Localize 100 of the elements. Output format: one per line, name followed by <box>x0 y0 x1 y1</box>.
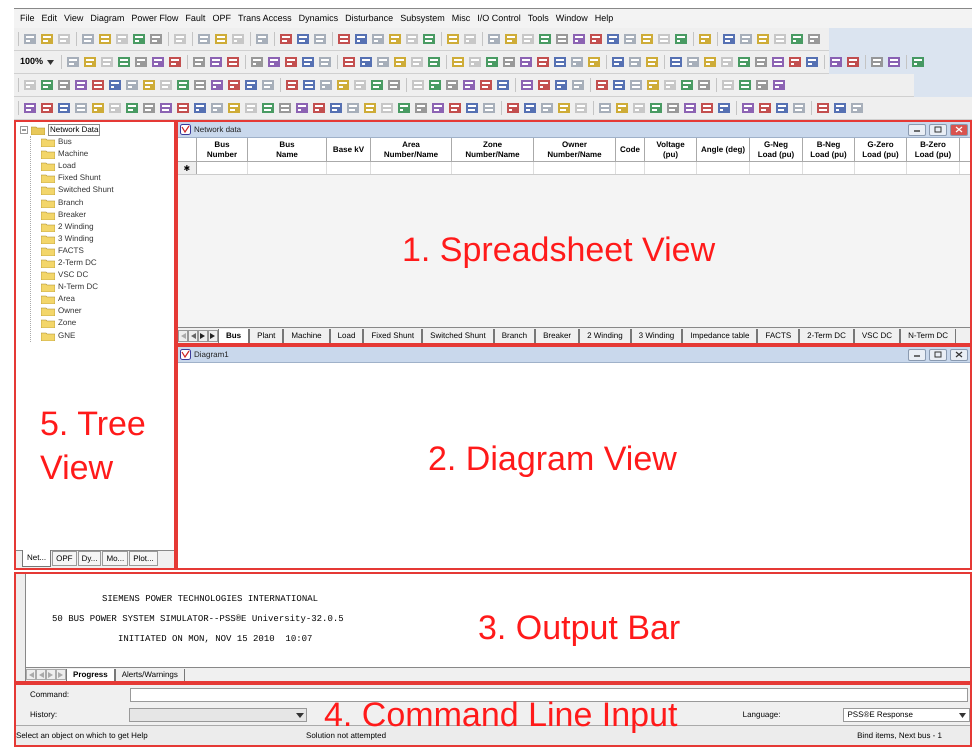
toolbar-icon[interactable] <box>683 101 697 115</box>
toolbar-icon[interactable] <box>66 55 80 69</box>
toolbar-icon[interactable] <box>739 32 753 46</box>
toolbar-icon[interactable] <box>649 101 663 115</box>
toolbar-icon[interactable] <box>337 32 351 46</box>
menu-item[interactable]: OPF <box>212 12 231 26</box>
toolbar-icon[interactable] <box>192 55 206 69</box>
tree-item[interactable]: Owner <box>58 305 82 318</box>
column-header[interactable]: Base kV <box>327 138 371 161</box>
tree-item[interactable]: N-Term DC <box>58 281 98 294</box>
toolbar-icon[interactable] <box>887 55 902 69</box>
toolbar-icon[interactable] <box>629 78 643 92</box>
toolbar-icon[interactable] <box>606 32 620 46</box>
toolbar-icon[interactable] <box>91 78 105 92</box>
toolbar-icon[interactable] <box>301 55 316 69</box>
toolbar-icon[interactable] <box>336 78 350 92</box>
panel-tab[interactable]: Plot... <box>129 551 158 566</box>
toolbar-icon[interactable] <box>255 32 269 46</box>
toolbar-icon[interactable] <box>197 32 211 46</box>
toolbar-icon[interactable] <box>193 78 207 92</box>
toolbar-icon[interactable] <box>284 55 298 69</box>
column-header[interactable]: Code <box>616 138 645 161</box>
toolbar-icon[interactable] <box>354 32 368 46</box>
toolbar-icon[interactable] <box>227 101 241 115</box>
toolbar-icon[interactable] <box>149 32 163 46</box>
toolbar-icon[interactable] <box>754 55 768 69</box>
sheet-tab[interactable]: N-Term DC <box>900 328 956 342</box>
toolbar-icon[interactable] <box>210 78 224 92</box>
toolbar-icon[interactable] <box>554 78 568 92</box>
toolbar-icon[interactable] <box>40 101 54 115</box>
toolbar-icon[interactable] <box>371 32 385 46</box>
toolbar-icon[interactable] <box>151 55 166 69</box>
toolbar-icon[interactable] <box>445 78 459 92</box>
tree-item[interactable]: 2-Term DC <box>58 256 97 269</box>
toolbar-icon[interactable] <box>40 78 54 92</box>
tree-item[interactable]: Branch <box>58 196 84 209</box>
toolbar-icon[interactable] <box>792 101 806 115</box>
menu-item[interactable]: Diagram <box>90 12 124 26</box>
toolbar-icon[interactable] <box>646 78 660 92</box>
toolbar-icon[interactable] <box>645 55 660 69</box>
toolbar-icon[interactable] <box>431 101 445 115</box>
toolbar-icon[interactable] <box>738 78 752 92</box>
tree-item[interactable]: FACTS <box>58 244 84 257</box>
toolbar-icon[interactable] <box>628 55 642 69</box>
toolbar-icon[interactable] <box>422 32 436 46</box>
toolbar-icon[interactable] <box>572 32 586 46</box>
toolbar-icon[interactable] <box>870 55 884 69</box>
toolbar-icon[interactable] <box>538 32 552 46</box>
toolbar-icon[interactable] <box>209 55 224 69</box>
tree-item[interactable]: Area <box>58 293 75 306</box>
menu-item[interactable]: Help <box>594 12 614 26</box>
language-dropdown[interactable]: PSS®E Response <box>843 708 970 722</box>
menu-item[interactable]: View <box>64 12 84 26</box>
sheet-tab[interactable]: Load <box>330 328 364 342</box>
toolbar-icon[interactable] <box>57 78 71 92</box>
tree-item[interactable]: Load <box>58 160 76 172</box>
toolbar-icon[interactable] <box>482 101 496 115</box>
toolbar-icon[interactable] <box>428 78 442 92</box>
toolbar-icon[interactable] <box>278 101 292 115</box>
toolbar-icon[interactable] <box>790 32 804 46</box>
history-dropdown[interactable] <box>128 708 307 722</box>
toolbar-icon[interactable] <box>393 55 408 69</box>
toolbar-icon[interactable] <box>227 78 241 92</box>
toolbar-icon[interactable] <box>829 55 844 69</box>
toolbar-icon[interactable] <box>363 101 377 115</box>
tree-item[interactable]: Breaker <box>58 208 86 221</box>
toolbar-icon[interactable] <box>40 32 54 46</box>
sheet-tab[interactable]: Branch <box>494 328 536 342</box>
minimize-button[interactable] <box>908 348 926 360</box>
panel-tab[interactable]: Mo... <box>102 551 128 566</box>
toolbar-icon[interactable] <box>132 32 146 46</box>
toolbar-icon[interactable] <box>465 101 479 115</box>
toolbar-icon[interactable] <box>125 78 139 92</box>
toolbar-icon[interactable] <box>485 55 500 69</box>
toolbar-icon[interactable] <box>816 101 830 115</box>
toolbar-icon[interactable] <box>771 55 786 69</box>
toolbar-icon[interactable] <box>342 55 356 69</box>
toolbar-icon[interactable] <box>479 78 493 92</box>
toolbar-icon[interactable] <box>523 101 537 115</box>
menu-item[interactable]: Dynamics <box>298 12 338 26</box>
toolbar-icon[interactable] <box>506 101 520 115</box>
toolbar-icon[interactable] <box>346 101 360 115</box>
column-header[interactable]: Voltage (pu) <box>645 138 697 161</box>
menu-item[interactable]: Subsystem <box>400 12 445 26</box>
column-header[interactable]: Bus Name <box>248 138 327 161</box>
toolbar-icon[interactable] <box>686 55 700 69</box>
toolbar-icon[interactable] <box>376 55 390 69</box>
toolbar-icon[interactable] <box>553 55 568 69</box>
toolbar-icon[interactable] <box>387 78 401 92</box>
sheet-tab[interactable]: Switched Shunt <box>422 328 494 342</box>
toolbar-icon[interactable] <box>666 101 680 115</box>
sheet-tab[interactable]: Fixed Shunt <box>363 328 422 342</box>
toolbar-icon[interactable] <box>117 55 132 69</box>
toolbar-icon[interactable] <box>81 32 95 46</box>
toolbar-icon[interactable] <box>319 78 333 92</box>
menu-item[interactable]: Edit <box>42 12 58 26</box>
panel-tab[interactable]: OPF <box>52 551 77 566</box>
minimize-button[interactable] <box>908 124 926 136</box>
toolbar-icon[interactable] <box>703 55 718 69</box>
toolbar-icon[interactable] <box>537 78 551 92</box>
